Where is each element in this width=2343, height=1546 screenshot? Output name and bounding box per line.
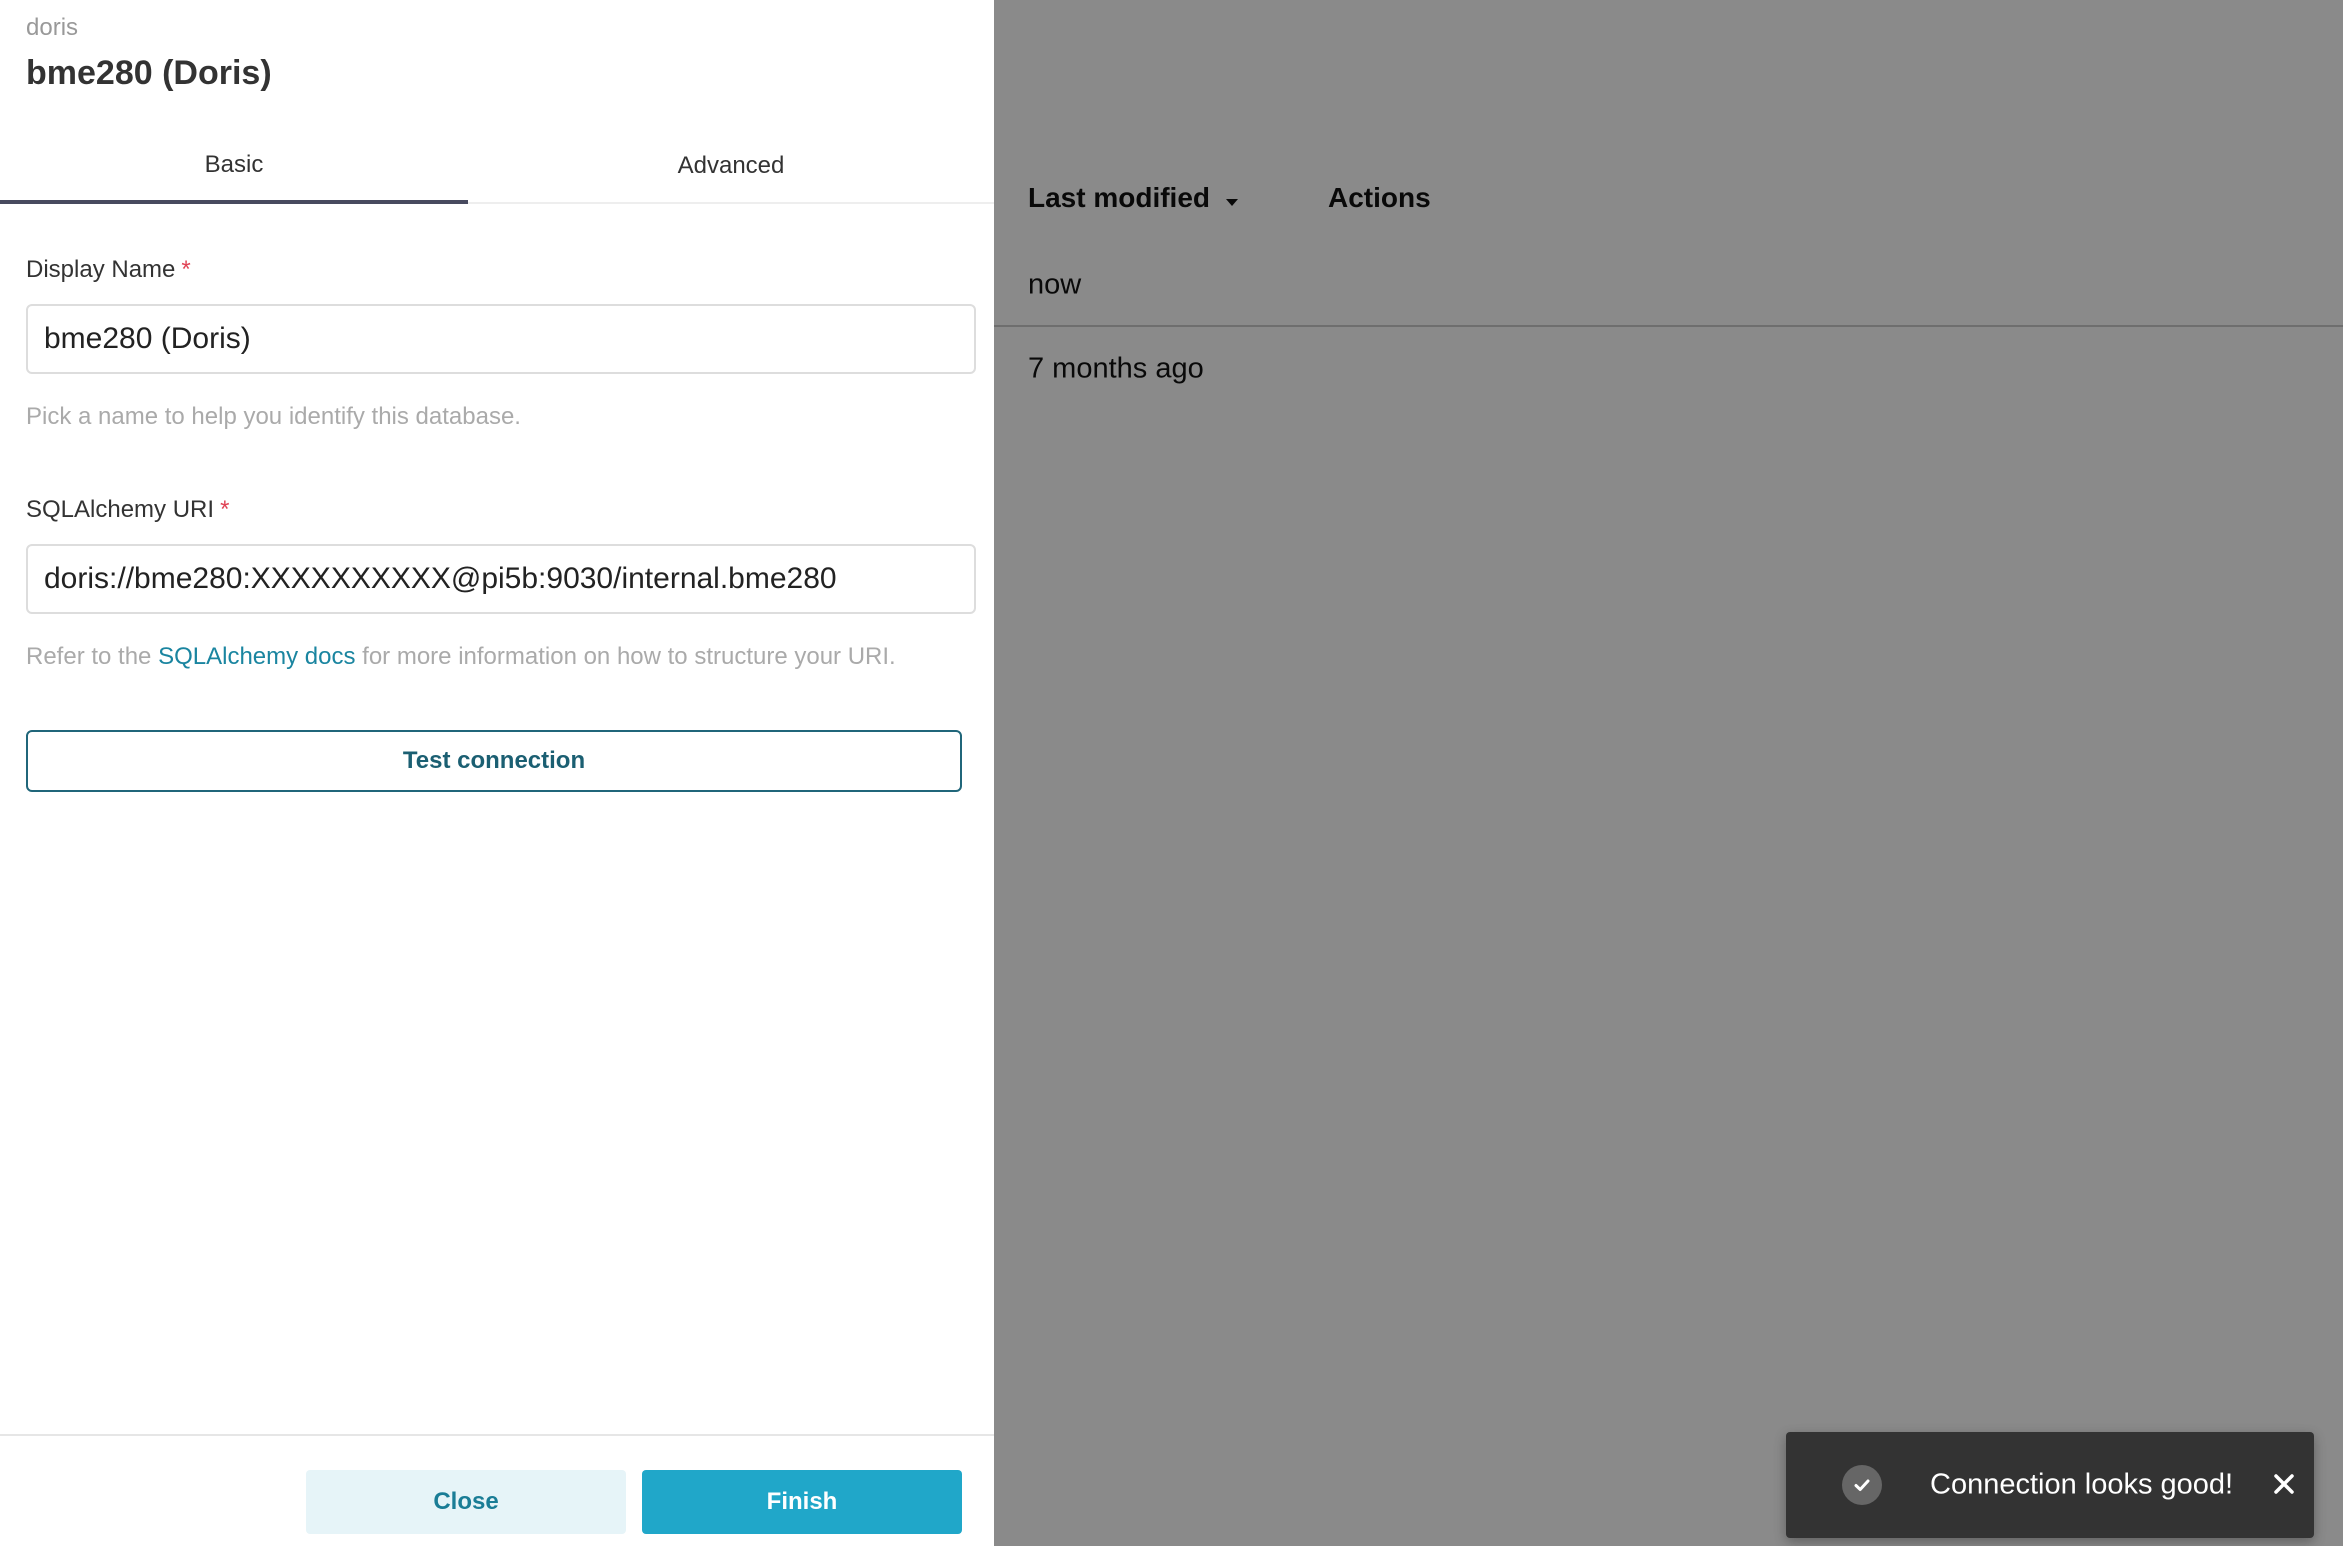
database-engine-label: doris — [26, 14, 79, 41]
tab-advanced[interactable]: Advanced — [468, 130, 994, 202]
test-connection-button[interactable]: Test connection — [26, 730, 962, 792]
display-name-label: Display Name * — [26, 256, 191, 284]
sqlalchemy-uri-helper: Refer to the SQLAlchemy docs for more in… — [26, 643, 896, 671]
helper-prefix: Refer to the — [26, 643, 159, 670]
helper-suffix: for more information on how to structure… — [355, 643, 896, 670]
toast-message: Connection looks good! — [1930, 1468, 2234, 1501]
sqlalchemy-uri-label-text: SQLAlchemy URI — [26, 496, 215, 523]
tab-basic[interactable]: Basic — [0, 130, 468, 204]
sqlalchemy-docs-link[interactable]: SQLAlchemy docs — [158, 643, 355, 670]
drawer-tabs: Basic Advanced — [0, 130, 994, 204]
sqlalchemy-uri-label: SQLAlchemy URI * — [26, 496, 229, 524]
drawer-footer: Close Finish — [0, 1434, 994, 1546]
success-toast: Connection looks good! — [1786, 1432, 2314, 1538]
display-name-input[interactable] — [26, 304, 976, 374]
close-icon[interactable] — [2272, 1472, 2296, 1496]
display-name-helper: Pick a name to help you identify this da… — [26, 403, 521, 430]
edit-database-drawer: doris bme280 (Doris) Basic Advanced Disp… — [0, 0, 994, 1546]
display-name-label-text: Display Name — [26, 256, 176, 283]
sqlalchemy-uri-input[interactable] — [26, 544, 976, 614]
required-marker: * — [220, 496, 230, 523]
finish-button[interactable]: Finish — [642, 1470, 962, 1534]
close-button[interactable]: Close — [306, 1470, 626, 1534]
required-marker: * — [181, 256, 191, 283]
drawer-title: bme280 (Doris) — [26, 54, 272, 92]
check-circle-icon — [1842, 1465, 1882, 1505]
